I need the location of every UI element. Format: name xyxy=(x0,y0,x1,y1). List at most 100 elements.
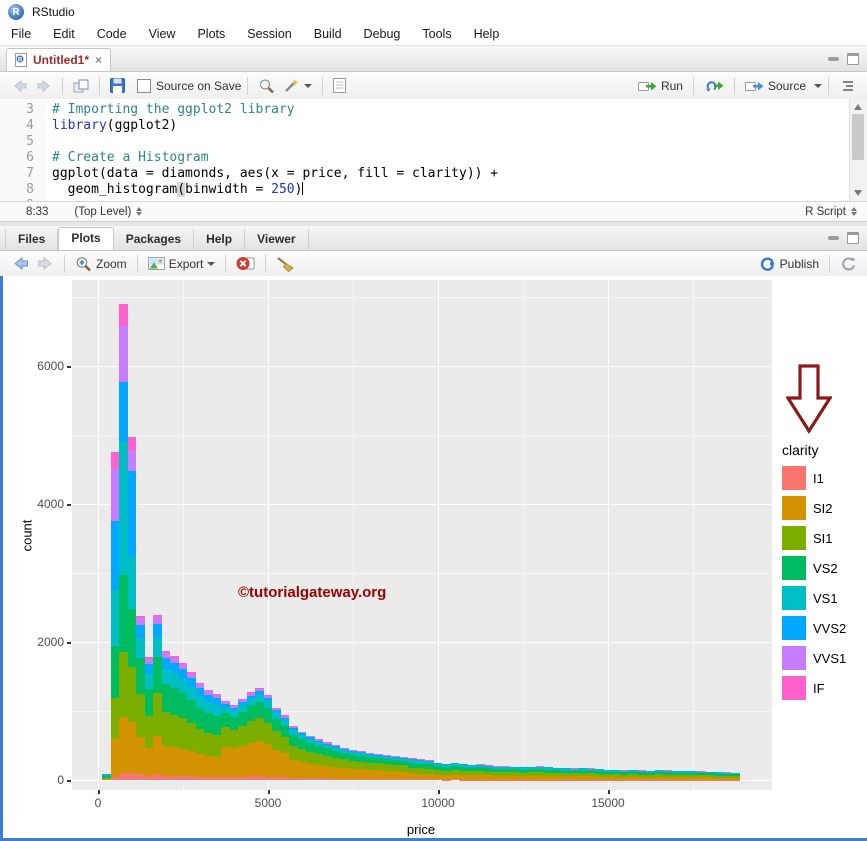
legend-label: VS2 xyxy=(813,561,838,576)
histogram-bar xyxy=(553,768,562,780)
file-type-selector[interactable]: R Script xyxy=(805,206,857,218)
next-plot-icon[interactable] xyxy=(33,255,58,272)
minimize-pane-icon[interactable] xyxy=(828,57,839,61)
bar-segment-si1 xyxy=(187,723,196,751)
y-axis-title: count xyxy=(20,506,35,566)
window-edge-left xyxy=(0,276,3,841)
histogram-bar xyxy=(281,715,290,780)
menu-item-code[interactable]: Code xyxy=(86,24,138,45)
editor-scrollbar[interactable] xyxy=(849,99,867,201)
histogram-bar xyxy=(204,690,213,780)
bar-segment-vvs2 xyxy=(136,625,145,638)
scroll-down-icon[interactable] xyxy=(854,190,862,196)
bar-segment-if xyxy=(119,304,128,326)
bar-segment-i1 xyxy=(255,776,264,780)
menu-item-help[interactable]: Help xyxy=(463,24,511,45)
histogram-bar xyxy=(434,763,443,780)
bar-segment-i1 xyxy=(213,777,222,780)
save-icon[interactable] xyxy=(106,76,129,95)
previous-plot-icon[interactable] xyxy=(8,255,33,272)
run-button[interactable]: Run xyxy=(634,77,687,95)
menu-item-tools[interactable]: Tools xyxy=(411,24,462,45)
histogram-bar xyxy=(230,705,239,780)
legend-item: VVS2 xyxy=(782,616,846,640)
down-arrow-annotation xyxy=(786,364,832,434)
menu-item-view[interactable]: View xyxy=(138,24,187,45)
bar-segment-vvs2 xyxy=(111,521,120,590)
menu-item-file[interactable]: File xyxy=(0,24,42,45)
maximize-pane-icon[interactable] xyxy=(847,232,859,244)
bar-segment-i1 xyxy=(289,778,298,780)
legend-title: clarity xyxy=(782,442,846,458)
forward-icon[interactable] xyxy=(32,78,56,94)
document-outline-icon[interactable] xyxy=(835,78,859,94)
tab-plots[interactable]: Plots xyxy=(58,227,113,250)
bar-segment-vs2 xyxy=(298,739,307,749)
publish-button[interactable]: Publish xyxy=(755,254,823,274)
bar-segment-si2 xyxy=(153,736,162,774)
text-caret xyxy=(302,182,303,195)
bar-segment-si2 xyxy=(170,747,179,776)
bar-segment-vvs2 xyxy=(170,663,179,673)
source-button[interactable]: Source xyxy=(741,77,810,95)
export-plot-button[interactable]: Export xyxy=(144,255,220,273)
bar-segment-si2 xyxy=(366,770,375,779)
bar-segment-vs1 xyxy=(247,699,256,706)
tab-viewer[interactable]: Viewer xyxy=(245,229,308,250)
tab-help[interactable]: Help xyxy=(194,229,245,250)
bar-segment-si1 xyxy=(162,712,171,746)
bar-segment-vs2 xyxy=(238,712,247,726)
y-tick-label: 4000 xyxy=(24,497,64,511)
histogram-bar xyxy=(714,772,723,780)
show-in-new-window-icon[interactable] xyxy=(69,77,93,95)
bar-segment-vs2 xyxy=(272,719,281,731)
histogram-bar xyxy=(663,770,672,780)
refresh-plot-icon[interactable] xyxy=(836,254,861,274)
minimize-pane-icon[interactable] xyxy=(828,236,839,240)
histogram-bar xyxy=(323,742,332,780)
bar-segment-si1 xyxy=(332,758,341,767)
code-area[interactable]: # Importing the ggplot2 librarylibrary(g… xyxy=(46,99,867,201)
source-menu-caret-icon[interactable] xyxy=(814,84,822,88)
bar-segment-i1 xyxy=(111,777,120,780)
menu-item-plots[interactable]: Plots xyxy=(186,24,236,45)
bar-segment-i1 xyxy=(451,779,460,780)
zoom-plot-button[interactable]: Zoom xyxy=(71,254,131,274)
compile-report-icon[interactable] xyxy=(329,76,351,95)
bar-segment-i1 xyxy=(162,776,171,780)
bar-segment-vs1 xyxy=(179,679,188,693)
search-icon[interactable] xyxy=(254,76,279,96)
x-tick xyxy=(268,790,270,794)
bar-segment-si1 xyxy=(221,727,230,747)
maximize-pane-icon[interactable] xyxy=(847,53,859,65)
histogram-bar xyxy=(145,657,154,780)
menu-item-edit[interactable]: Edit xyxy=(42,24,86,45)
source-on-save-checkbox[interactable] xyxy=(137,79,151,93)
menu-item-build[interactable]: Build xyxy=(303,24,353,45)
tab-untitled1[interactable]: R Untitled1* × xyxy=(6,48,111,71)
menu-item-debug[interactable]: Debug xyxy=(353,24,412,45)
menu-item-session[interactable]: Session xyxy=(236,24,302,45)
rerun-icon[interactable] xyxy=(700,77,728,94)
scope-selector[interactable]: (Top Level) xyxy=(74,206,142,218)
scrollbar-thumb[interactable] xyxy=(852,114,864,160)
chart-panel xyxy=(72,280,772,790)
histogram-bar xyxy=(706,772,715,780)
close-icon[interactable]: × xyxy=(95,53,102,67)
bar-segment-i1 xyxy=(374,779,383,780)
back-icon[interactable] xyxy=(8,78,32,94)
clear-plots-broom-icon[interactable] xyxy=(272,254,299,274)
tab-files[interactable]: Files xyxy=(5,229,58,250)
bar-segment-vs2 xyxy=(119,575,128,652)
export-label: Export xyxy=(169,257,204,271)
histogram-bar xyxy=(170,656,179,780)
legend-label: I1 xyxy=(813,471,824,486)
tab-packages[interactable]: Packages xyxy=(114,229,194,250)
image-icon xyxy=(148,257,165,270)
code-editor[interactable]: 3456789 # Importing the ggplot2 libraryl… xyxy=(0,99,867,201)
histogram-bar xyxy=(595,769,604,780)
code-tools-icon[interactable] xyxy=(279,76,316,96)
remove-plot-icon[interactable] xyxy=(232,254,259,273)
scroll-up-icon[interactable] xyxy=(854,104,862,110)
histogram-bar xyxy=(102,774,111,780)
